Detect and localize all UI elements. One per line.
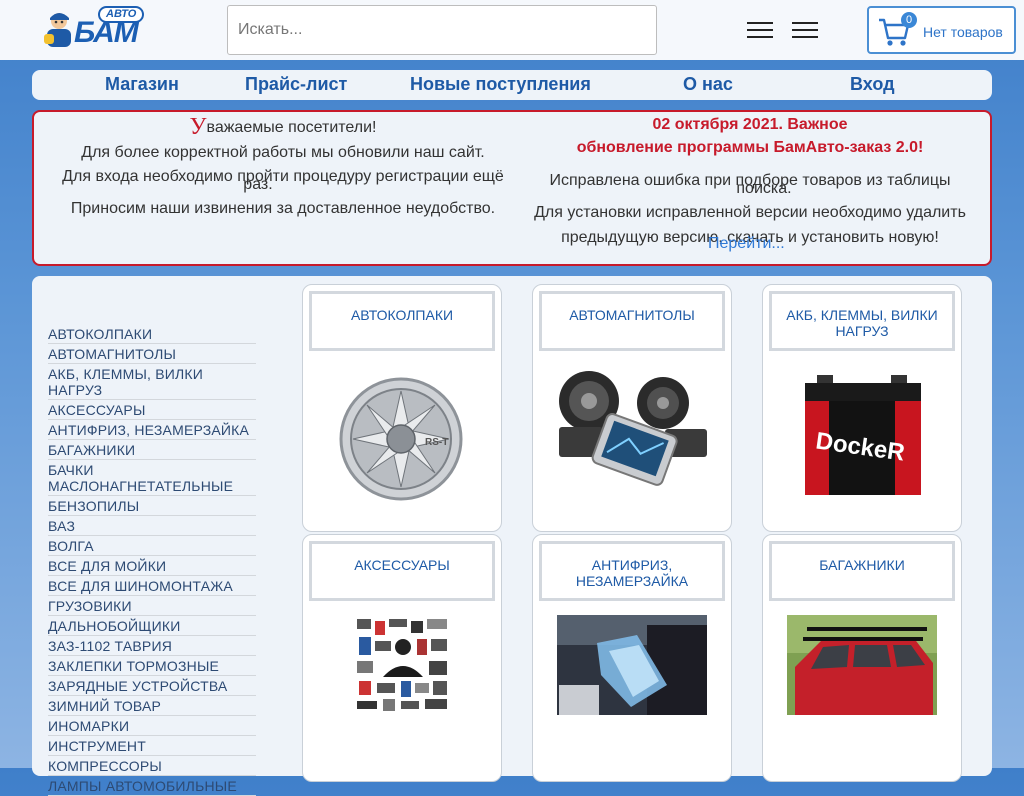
nav-new-arrivals[interactable]: Новые поступления	[410, 74, 591, 95]
category-card[interactable]: БАГАЖНИКИ	[762, 534, 962, 782]
nav-price-list[interactable]: Прайс-лист	[245, 74, 347, 95]
hubcap-logo-text: RS-T	[425, 437, 448, 448]
logo-text: БАМ	[74, 16, 139, 49]
sidebar-category-item[interactable]: ГРУЗОВИКИ	[48, 596, 256, 616]
sidebar-category-item[interactable]: АНТИФРИЗ, НЕЗАМЕРЗАЙКА	[48, 420, 256, 440]
category-card[interactable]: АКСЕССУАРЫ	[302, 534, 502, 782]
sidebar-category-item[interactable]: АВТОМАГНИТОЛЫ	[48, 344, 256, 364]
notice-left-line3: Приносим наши извинения за доставленное …	[70, 200, 496, 217]
accessories-image[interactable]	[353, 615, 453, 715]
main-nav: Магазин Прайс-лист Новые поступления О н…	[32, 70, 992, 100]
notice-right-line1b: поиска.	[736, 180, 792, 197]
cart-button[interactable]: 0 Нет товаров	[867, 6, 1016, 54]
mascot-icon	[44, 13, 71, 47]
catalog-section: АВТОКОЛПАКИ АВТОМАГНИТОЛЫ АКБ, КЛЕММЫ, ВИЛ…	[32, 276, 992, 796]
notice-right-title2: обновление программы БамАвто-заказ 2.0!	[576, 139, 924, 156]
sidebar-category-item[interactable]: ЗАЗ-1102 ТАВРИЯ	[48, 636, 256, 656]
sidebar-category-item[interactable]: ВАЗ	[48, 516, 256, 536]
sidebar-category-item[interactable]: ВСЕ ДЛЯ ШИНОМОНТАЖА	[48, 576, 256, 596]
card-title[interactable]: АВТОКОЛПАКИ	[309, 291, 495, 351]
catalog-menu-icon[interactable]	[792, 20, 818, 40]
notice-right-title1: 02 октября 2021. Важное	[652, 116, 848, 133]
sidebar-category-item[interactable]: БАГАЖНИКИ	[48, 440, 256, 460]
sidebar-category-item[interactable]: ЛАМПЫ АВТОМОБИЛЬНЫЕ	[48, 776, 256, 796]
card-title[interactable]: АКСЕССУАРЫ	[309, 541, 495, 601]
category-sidebar: АВТОКОЛПАКИ АВТОМАГНИТОЛЫ АКБ, КЛЕММЫ, ВИЛ…	[48, 324, 256, 796]
car-audio-image[interactable]	[555, 365, 711, 491]
category-card[interactable]: АВТОКОЛПАКИ RS-T	[302, 284, 502, 532]
sidebar-category-item[interactable]: АКСЕССУАРЫ	[48, 400, 256, 420]
sidebar-category-item[interactable]: ЗАРЯДНЫЕ УСТРОЙСТВА	[48, 676, 256, 696]
notice-left-line2b: раз.	[243, 176, 273, 193]
sidebar-category-item[interactable]: ДАЛЬНОБОЙЩИКИ	[48, 616, 256, 636]
card-title[interactable]: АНТИФРИЗ, НЕЗАМЕРЗАЙКА	[539, 541, 725, 601]
hubcap-image[interactable]: RS-T	[339, 377, 463, 501]
announcement-box: Уважаемые посетители! Для более корректн…	[32, 110, 992, 266]
nav-about[interactable]: О нас	[683, 74, 733, 95]
search-input[interactable]	[227, 5, 657, 55]
sidebar-category-item[interactable]: БАЧКИ МАСЛОНАГНЕТАТЕЛЬНЫЕ	[48, 460, 256, 496]
battery-image[interactable]: DockeR	[799, 371, 929, 499]
notice-left-title: Уважаемые посетители!	[189, 114, 377, 140]
notice-right-line2: Для установки исправленной версии необхо…	[534, 204, 966, 221]
sidebar-category-item[interactable]: ЗАКЛЕПКИ ТОРМОЗНЫЕ	[48, 656, 256, 676]
sidebar-category-item[interactable]: БЕНЗОПИЛЫ	[48, 496, 256, 516]
sidebar-category-item[interactable]: ИНОМАРКИ	[48, 716, 256, 736]
cart-label: Нет товаров	[923, 24, 1003, 40]
sidebar-category-item[interactable]: ЗИМНИЙ ТОВАР	[48, 696, 256, 716]
sidebar-category-item[interactable]: ВСЕ ДЛЯ МОЙКИ	[48, 556, 256, 576]
menu-icon[interactable]	[747, 20, 773, 40]
category-card[interactable]: АВТОМАГНИТОЛЫ	[532, 284, 732, 532]
sidebar-category-item[interactable]: ВОЛГА	[48, 536, 256, 556]
sidebar-category-item[interactable]: ИНСТРУМЕНТ	[48, 736, 256, 756]
sidebar-category-item[interactable]: КОМПРЕССОРЫ	[48, 756, 256, 776]
card-title[interactable]: АКБ, КЛЕММЫ, ВИЛКИ НАГРУЗ	[769, 291, 955, 351]
logo[interactable]: АВТО БАМ	[44, 6, 160, 50]
top-header: АВТО БАМ 0 Нет товаров	[0, 0, 1024, 60]
roof-rack-image[interactable]	[787, 615, 937, 715]
category-card[interactable]: АКБ, КЛЕММЫ, ВИЛКИ НАГРУЗ DockeR	[762, 284, 962, 532]
category-card[interactable]: АНТИФРИЗ, НЕЗАМЕРЗАЙКА	[532, 534, 732, 782]
antifreeze-image[interactable]	[557, 615, 707, 715]
sidebar-category-item[interactable]: АВТОКОЛПАКИ	[48, 324, 256, 344]
nav-shop[interactable]: Магазин	[105, 74, 179, 95]
card-title[interactable]: БАГАЖНИКИ	[769, 541, 955, 601]
notice-read-more-link[interactable]: Перейти...	[708, 235, 785, 253]
nav-login[interactable]: Вход	[850, 74, 895, 95]
card-title[interactable]: АВТОМАГНИТОЛЫ	[539, 291, 725, 351]
notice-left-line1: Для более корректной работы мы обновили …	[81, 144, 485, 161]
cart-count-badge: 0	[901, 12, 917, 28]
sidebar-category-item[interactable]: АКБ, КЛЕММЫ, ВИЛКИ НАГРУЗ	[48, 364, 256, 400]
